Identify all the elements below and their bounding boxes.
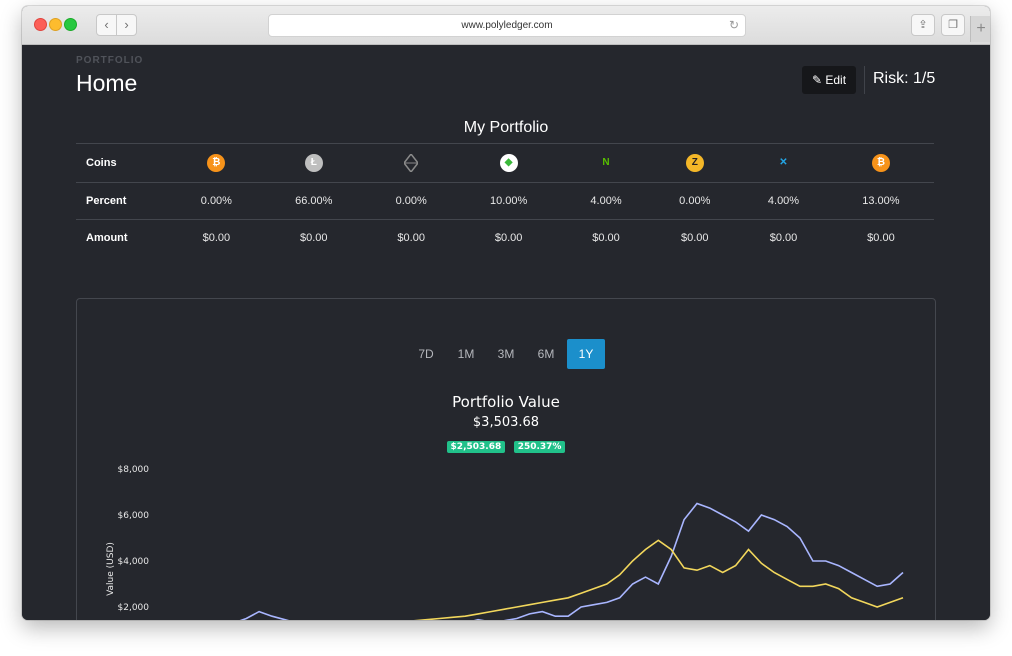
portfolio-value: $3,503.68 xyxy=(472,415,540,430)
ripple-icon: ✕ xyxy=(779,157,788,168)
coin-cell: ✕ xyxy=(739,143,828,183)
range-6m-button[interactable]: 6M xyxy=(527,339,565,369)
risk-level: Risk: 1/5 xyxy=(873,70,936,87)
coin-amount: $0.00 xyxy=(172,219,261,256)
percent-row: Percent 0.00% 66.00% 0.00% 10.00% 4.00% 0.00%… xyxy=(76,182,934,220)
chevron-left-icon: ‹ xyxy=(104,17,109,32)
browser-window: ‹ › www.polyledger.com ↻ ⇪ ❐ + PORTFOLIO… xyxy=(22,6,990,620)
reload-icon[interactable]: ↻ xyxy=(729,15,739,36)
value-line-chart: $2,000 $4,000 $6,000 $8,000 Value (USD) xyxy=(106,465,904,620)
address-bar[interactable]: www.polyledger.com ↻ xyxy=(268,14,746,37)
coin-percent: 0.00% xyxy=(366,182,456,220)
coin-percent: 13.00% xyxy=(827,182,934,220)
divider xyxy=(864,66,865,94)
pencil-icon: ✎ xyxy=(811,73,823,87)
chart-title: Portfolio Value xyxy=(452,393,560,411)
bitcoin-cash-icon: ₿ xyxy=(871,154,890,172)
back-button[interactable]: ‹ xyxy=(96,14,117,36)
coin-percent: 66.00% xyxy=(260,182,367,220)
bitcoin-icon: ₿ xyxy=(207,154,226,172)
y-axis: $2,000 $4,000 $6,000 $8,000 xyxy=(118,465,150,613)
range-3m-button[interactable]: 3M xyxy=(487,339,525,369)
coin-amount: $0.00 xyxy=(827,219,934,256)
coin-cell: ◆ xyxy=(455,143,562,183)
litecoin-icon: Ł xyxy=(304,154,323,172)
coin-percent: 0.00% xyxy=(172,182,261,220)
share-icon: ⇪ xyxy=(918,19,928,31)
coin-cell: ₿ xyxy=(172,143,261,183)
new-tab-button[interactable]: + xyxy=(970,16,990,42)
coin-amount: $0.00 xyxy=(739,219,828,256)
range-7d-button[interactable]: 7D xyxy=(407,339,445,369)
coin-cell: N xyxy=(561,143,651,183)
coin-cell: Z xyxy=(650,143,740,183)
chart-panel: 7D 1M 3M 6M 1Y Portfolio Value $3,503.68 $2,… xyxy=(76,298,936,620)
edit-button[interactable]: ✎ Edit xyxy=(802,66,856,94)
zoom-window-button[interactable] xyxy=(64,18,77,31)
coin-percent: 10.00% xyxy=(455,182,562,220)
coin-cell: Ł xyxy=(260,143,367,183)
coin-amount: $0.00 xyxy=(650,219,740,256)
amount-row: Amount $0.00 $0.00 $0.00 $0.00 $0.00 $0.00 $0.… xyxy=(76,219,934,256)
portfolio-table: Coins ₿ Ł ◆ N Z ✕ ₿ Percent 0.00% 66.00% 0.00% 10… xyxy=(76,143,934,256)
range-1y-button[interactable]: 1Y xyxy=(567,339,605,369)
y-tick-label: $8,000 xyxy=(118,465,150,475)
percent-row-label: Percent xyxy=(76,182,172,220)
series-line-1 xyxy=(239,502,904,620)
coin-amount: $0.00 xyxy=(455,219,562,256)
y-tick-label: $2,000 xyxy=(118,603,150,613)
coin-amount: $0.00 xyxy=(561,219,651,256)
page-title: Home xyxy=(76,70,138,96)
coin-amount: $0.00 xyxy=(366,219,456,256)
coins-row-label: Coins xyxy=(76,143,172,183)
minimize-window-button[interactable] xyxy=(49,18,62,31)
plus-icon: + xyxy=(976,20,986,37)
series-line-2 xyxy=(259,539,904,620)
tabs-icon: ❐ xyxy=(948,19,958,31)
ethereum-icon xyxy=(402,152,420,174)
amount-row-label: Amount xyxy=(76,219,172,256)
forward-button[interactable]: › xyxy=(116,14,137,36)
coin-percent: 4.00% xyxy=(739,182,828,220)
range-1m-button[interactable]: 1M xyxy=(447,339,485,369)
ethereum-shape xyxy=(403,152,420,174)
coins-row: Coins ₿ Ł ◆ N Z ✕ ₿ xyxy=(76,143,934,183)
page-content: PORTFOLIO Home ✎ Edit Risk: 1/5 My Portf… xyxy=(22,45,990,620)
zcash-icon: Z xyxy=(685,154,704,172)
close-window-button[interactable] xyxy=(34,18,47,31)
y-axis-label: Value (USD) xyxy=(106,542,116,596)
page-kicker: PORTFOLIO xyxy=(76,55,144,66)
coin-amount: $0.00 xyxy=(260,219,367,256)
chevron-right-icon: › xyxy=(124,17,129,32)
edit-label: Edit xyxy=(825,73,847,87)
url-text: www.polyledger.com xyxy=(461,20,553,31)
coin-cell xyxy=(366,143,456,183)
share-button[interactable]: ⇪ xyxy=(911,14,935,36)
neo-icon: N xyxy=(602,157,610,168)
show-tabs-button[interactable]: ❐ xyxy=(941,14,965,36)
portfolio-title: My Portfolio xyxy=(463,119,549,136)
coin-cell: ₿ xyxy=(827,143,934,183)
browser-toolbar: ‹ › www.polyledger.com ↻ ⇪ ❐ + xyxy=(22,6,990,45)
coin-percent: 0.00% xyxy=(650,182,740,220)
y-tick-label: $4,000 xyxy=(118,557,150,567)
range-selector: 7D 1M 3M 6M 1Y xyxy=(77,339,935,369)
coin-percent: 4.00% xyxy=(561,182,651,220)
ethereum-classic-icon: ◆ xyxy=(499,154,518,172)
y-tick-label: $6,000 xyxy=(118,511,150,521)
series-lines xyxy=(239,502,904,620)
